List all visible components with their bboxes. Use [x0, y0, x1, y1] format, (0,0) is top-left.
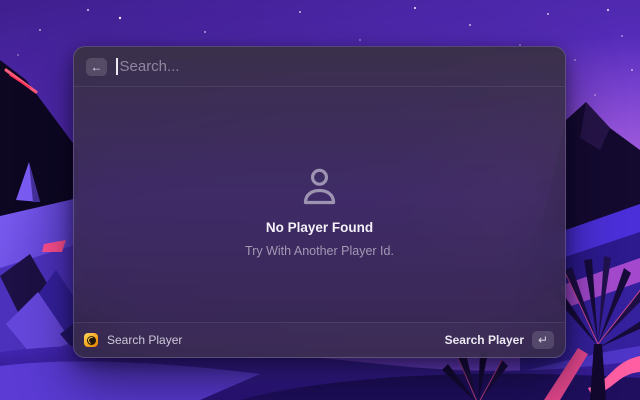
search-input[interactable]	[118, 58, 554, 75]
search-field	[116, 58, 553, 75]
return-key-icon: ↵	[538, 334, 548, 346]
search-window: ← No Player Found Try With Another Playe…	[73, 46, 566, 358]
search-player-app-icon	[84, 333, 98, 347]
search-player-action-button[interactable]: Search Player ↵	[441, 328, 558, 352]
footer-app-label: Search Player	[107, 333, 182, 347]
empty-state-title: No Player Found	[266, 220, 373, 235]
user-icon	[301, 166, 338, 207]
action-label: Search Player	[445, 333, 524, 347]
footer-app: Search Player	[84, 333, 182, 347]
empty-state-subtitle: Try With Another Player Id.	[245, 244, 394, 258]
empty-state: No Player Found Try With Another Player …	[74, 87, 565, 322]
desktop: ← No Player Found Try With Another Playe…	[0, 0, 640, 400]
arrow-left-icon: ←	[91, 61, 103, 73]
search-bar: ←	[74, 47, 565, 87]
app-icon-swirl	[87, 336, 96, 345]
footer-bar: Search Player Search Player ↵	[74, 322, 565, 357]
return-key-badge: ↵	[532, 331, 554, 349]
back-button[interactable]: ←	[86, 58, 107, 76]
app-icon-ring	[87, 336, 96, 345]
